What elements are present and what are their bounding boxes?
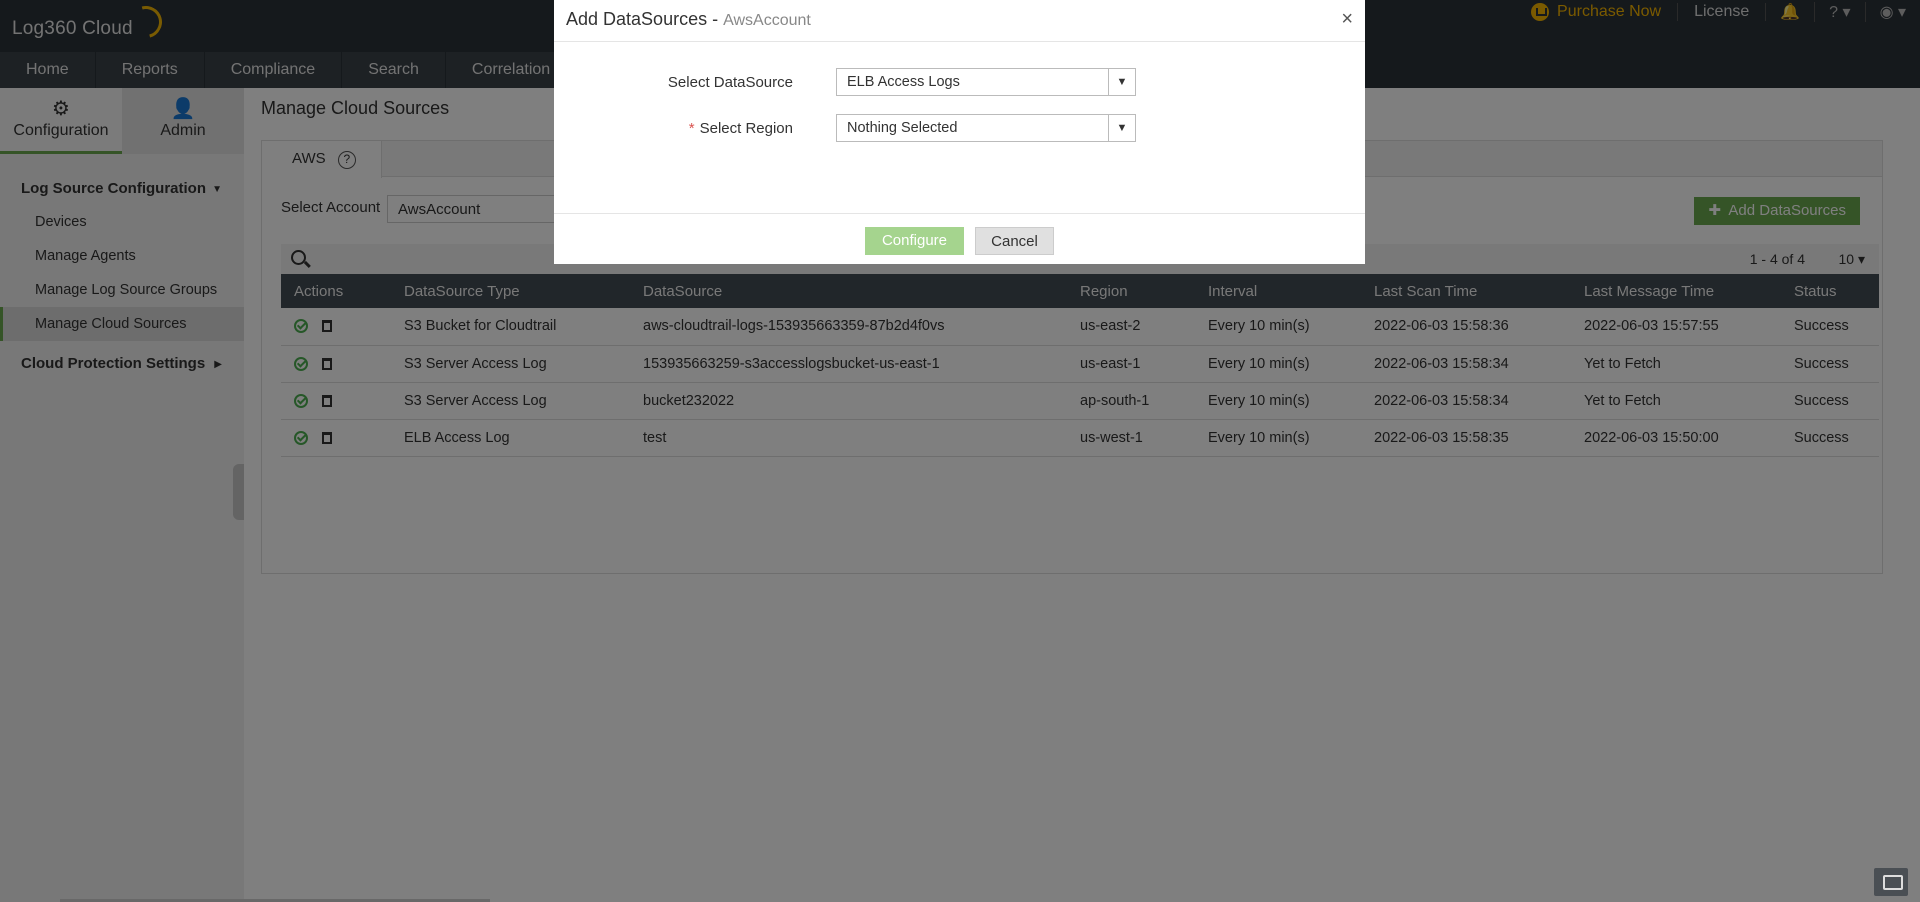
cancel-button[interactable]: Cancel (975, 227, 1054, 255)
close-icon[interactable]: × (1341, 8, 1353, 31)
region-row: * Select Region Nothing Selected ▼ (554, 114, 1365, 142)
select-region-label-wrap: * Select Region (689, 120, 793, 137)
dialog-account-name: AwsAccount (723, 12, 811, 29)
dialog-header: Add DataSources - AwsAccount × (554, 0, 1365, 42)
select-datasource-dropdown[interactable]: ELB Access Logs ▼ (836, 68, 1136, 96)
chevron-down-icon: ▼ (1108, 115, 1135, 141)
chevron-down-icon: ▼ (1108, 69, 1135, 95)
select-region-label: Select Region (699, 120, 793, 137)
dialog-footer: Configure Cancel (554, 213, 1365, 264)
required-asterisk: * (688, 120, 695, 137)
select-region-value: Nothing Selected (847, 120, 958, 136)
select-datasource-label: Select DataSource (667, 74, 793, 91)
configure-button[interactable]: Configure (865, 227, 964, 255)
chat-icon[interactable] (1874, 868, 1908, 896)
select-datasource-value: ELB Access Logs (847, 74, 960, 90)
select-region-dropdown[interactable]: Nothing Selected ▼ (836, 114, 1136, 142)
datasource-row: Select DataSource ELB Access Logs ▼ (554, 68, 1365, 96)
add-datasources-dialog: Add DataSources - AwsAccount × Select Da… (554, 0, 1365, 264)
dialog-title: Add DataSources - (566, 9, 724, 29)
